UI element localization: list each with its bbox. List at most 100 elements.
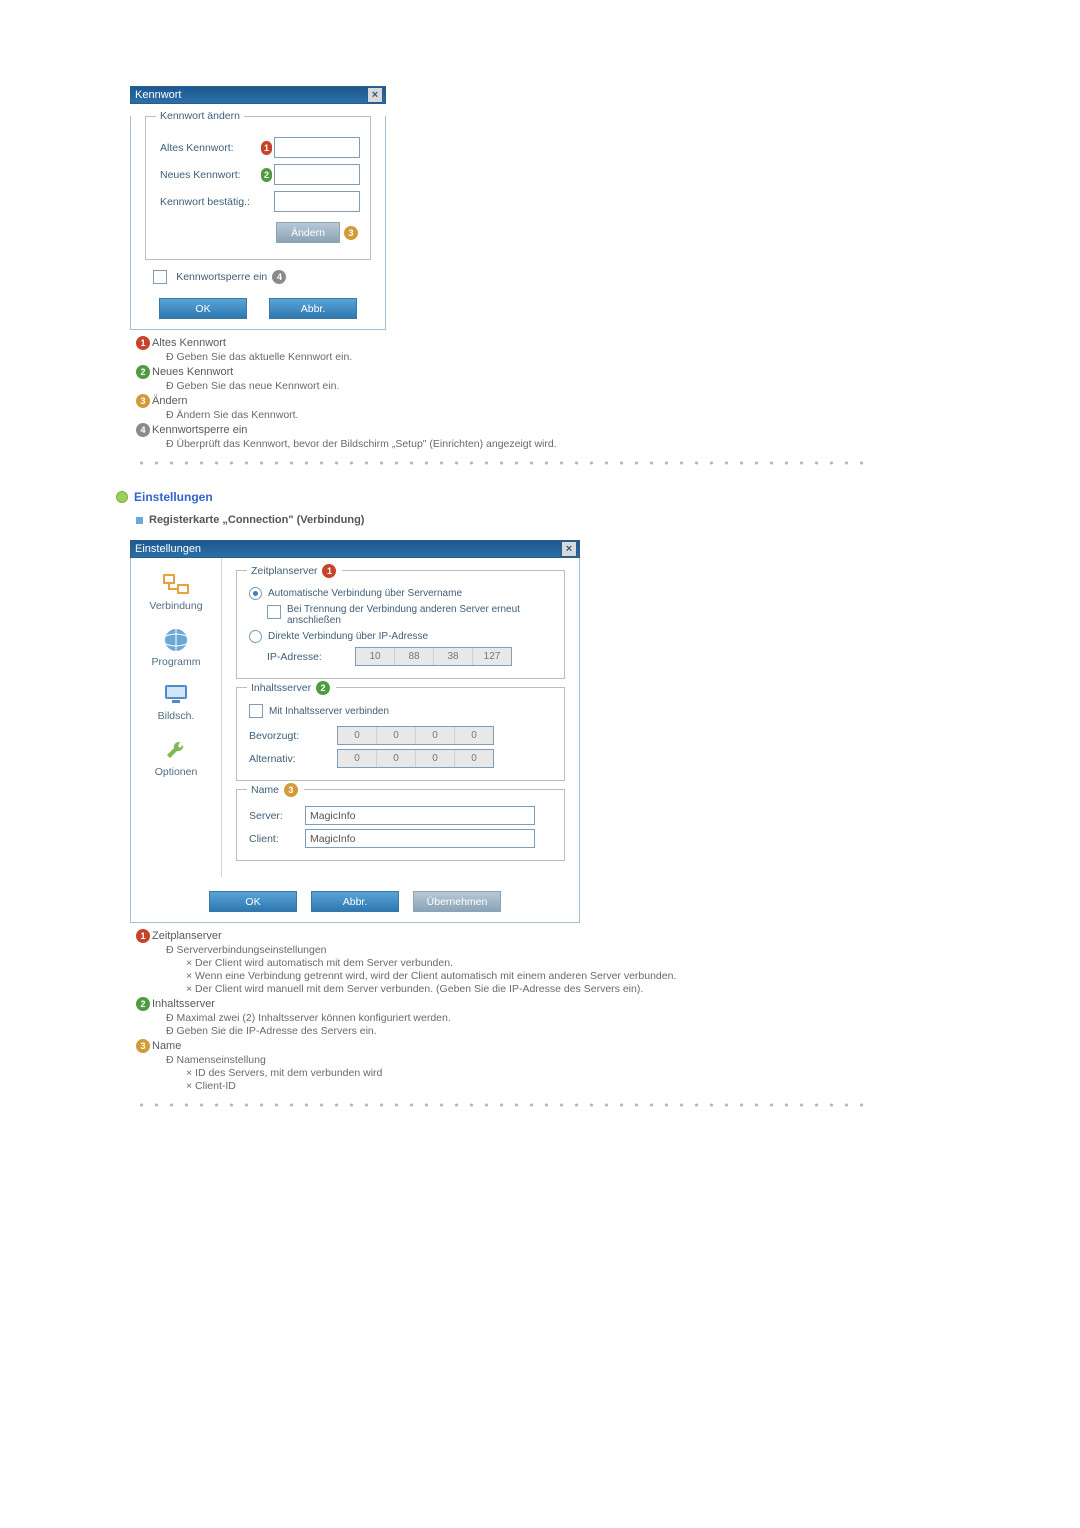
new-pw-label: Neues Kennwort:	[160, 169, 259, 181]
close-icon[interactable]: ×	[367, 87, 383, 103]
ann-s3-title: Name	[152, 1040, 181, 1052]
ann-s3-sub: Ð Namenseinstellung	[166, 1054, 1080, 1066]
kennwort-dialog: Kennwort × Kennwort ändern Altes Kennwor…	[130, 86, 386, 330]
badge-3: 3	[344, 226, 358, 240]
sidebar-item-screen[interactable]: Bildsch.	[131, 682, 221, 722]
ann-s3-b2: × Client-ID	[186, 1080, 1080, 1092]
settings-titlebar: Einstellungen ×	[130, 540, 580, 558]
badge-1: 1	[322, 564, 336, 578]
ann-s3-b1: × ID des Servers, mit dem verbunden wird	[186, 1067, 1080, 1079]
ann-badge-2: 2	[136, 997, 150, 1011]
kennwort-fieldset: Kennwort ändern Altes Kennwort: 1 Neues …	[145, 116, 371, 260]
kennwort-title: Kennwort	[135, 89, 181, 101]
client-name-input[interactable]	[305, 829, 535, 848]
badge-1: 1	[261, 141, 272, 155]
pref-label: Bevorzugt:	[249, 730, 337, 742]
client-label: Client:	[249, 833, 305, 845]
ann-s1-b2: × Wenn eine Verbindung getrennt wird, wi…	[186, 970, 866, 982]
ann-s1-title: Zeitplanserver	[152, 930, 222, 942]
auto-label: Automatische Verbindung über Servername	[268, 588, 462, 599]
ann-badge-4: 4	[136, 423, 150, 437]
ann-2-title: Neues Kennwort	[152, 366, 233, 378]
new-pw-input[interactable]	[274, 164, 360, 185]
old-pw-input[interactable]	[274, 137, 360, 158]
reconnect-checkbox[interactable]	[267, 605, 281, 619]
apply-button[interactable]: Übernehmen	[413, 891, 501, 912]
sidebar-item-connection[interactable]: Verbindung	[131, 572, 221, 612]
badge-2: 2	[261, 168, 272, 182]
settings-annotations: 1 Zeitplanserver Ð Serververbindungseins…	[134, 929, 1080, 1092]
badge-2: 2	[316, 681, 330, 695]
name-legend: Name	[251, 784, 279, 796]
ann-badge-3: 3	[136, 394, 150, 408]
reconnect-label: Bei Trennung der Verbindung anderen Serv…	[287, 604, 547, 626]
name-fieldset: Name 3 Server: Client:	[236, 789, 565, 861]
globe-icon	[162, 626, 190, 654]
ann-s2-sub1: Ð Maximal zwei (2) Inhaltsserver können …	[166, 1012, 1080, 1024]
pw-lock-checkbox[interactable]	[153, 270, 167, 284]
content-connect-label: Mit Inhaltsserver verbinden	[269, 706, 389, 717]
kennwort-annotations: 1 Altes Kennwort Ð Geben Sie das aktuell…	[134, 336, 1080, 450]
sub-heading: Registerkarte „Connection" (Verbindung)	[136, 514, 1080, 526]
kennwort-legend: Kennwort ändern	[156, 110, 244, 122]
divider	[134, 1102, 874, 1108]
ann-s2-sub2: Ð Geben Sie die IP-Adresse des Servers e…	[166, 1025, 1080, 1037]
alt-ip-input[interactable]: 0 0 0 0	[337, 749, 494, 768]
ann-4-title: Kennwortsperre ein	[152, 424, 247, 436]
divider	[134, 460, 874, 466]
confirm-pw-label: Kennwort bestätig.:	[160, 196, 274, 208]
change-button-label: Ändern	[291, 227, 325, 239]
wrench-icon	[162, 736, 190, 764]
settings-dialog: Einstellungen × Verbindung Programm	[130, 540, 580, 923]
direct-label: Direkte Verbindung über IP-Adresse	[268, 631, 428, 642]
content-fieldset: Inhaltsserver 2 Mit Inhaltsserver verbin…	[236, 687, 565, 781]
ann-badge-2: 2	[136, 365, 150, 379]
bullet-icon	[116, 491, 128, 503]
alt-label: Alternativ:	[249, 753, 337, 765]
sidebar-item-program[interactable]: Programm	[131, 626, 221, 668]
ann-badge-1: 1	[136, 336, 150, 350]
network-icon	[161, 572, 191, 598]
ip-label: IP-Adresse:	[267, 651, 355, 663]
square-icon	[136, 517, 143, 524]
pref-ip-input[interactable]: 0 0 0 0	[337, 726, 494, 745]
ann-3-sub: Ð Ändern Sie das Kennwort.	[166, 409, 1080, 421]
ann-3-title: Ändern	[152, 395, 187, 407]
ip-input[interactable]: 10 88 38 127	[355, 647, 512, 666]
badge-3: 3	[284, 783, 298, 797]
ann-1-sub: Ð Geben Sie das aktuelle Kennwort ein.	[166, 351, 1080, 363]
ann-s1-b1: × Der Client wird automatisch mit dem Se…	[186, 957, 1080, 969]
old-pw-label: Altes Kennwort:	[160, 142, 259, 154]
confirm-pw-input[interactable]	[274, 191, 360, 212]
sidebar-item-options[interactable]: Optionen	[131, 736, 221, 778]
ann-badge-1: 1	[136, 929, 150, 943]
ok-button[interactable]: OK	[159, 298, 247, 319]
cancel-button[interactable]: Abbr.	[269, 298, 357, 319]
ann-1-title: Altes Kennwort	[152, 337, 226, 349]
content-connect-checkbox[interactable]	[249, 704, 263, 718]
sub-heading-text: Registerkarte „Connection" (Verbindung)	[149, 514, 364, 526]
ann-s1-b3: × Der Client wird manuell mit dem Server…	[186, 983, 866, 995]
close-icon[interactable]: ×	[561, 541, 577, 557]
settings-title: Einstellungen	[135, 543, 201, 555]
pw-lock-label: Kennwortsperre ein	[176, 271, 267, 283]
ann-4-sub: Ð Überprüft das Kennwort, bevor der Bild…	[166, 438, 1080, 450]
change-button[interactable]: Ändern	[276, 222, 340, 243]
kennwort-titlebar: Kennwort ×	[130, 86, 386, 104]
ok-button[interactable]: OK	[209, 891, 297, 912]
content-legend: Inhaltsserver	[251, 682, 311, 694]
settings-sidebar: Verbindung Programm Bildsch. Optionen	[131, 558, 222, 877]
ann-badge-3: 3	[136, 1039, 150, 1053]
badge-4: 4	[272, 270, 286, 284]
sched-fieldset: Zeitplanserver 1 Automatische Verbindung…	[236, 570, 565, 679]
cancel-button[interactable]: Abbr.	[311, 891, 399, 912]
section-heading-text: Einstellungen	[134, 490, 213, 504]
ann-2-sub: Ð Geben Sie das neue Kennwort ein.	[166, 380, 1080, 392]
radio-direct[interactable]	[249, 630, 262, 643]
radio-auto[interactable]	[249, 587, 262, 600]
server-name-input[interactable]	[305, 806, 535, 825]
monitor-icon	[161, 682, 191, 708]
settings-main: Zeitplanserver 1 Automatische Verbindung…	[222, 558, 579, 877]
sched-legend: Zeitplanserver	[251, 565, 318, 577]
ann-s1-sub: Ð Serververbindungseinstellungen	[166, 944, 1080, 956]
